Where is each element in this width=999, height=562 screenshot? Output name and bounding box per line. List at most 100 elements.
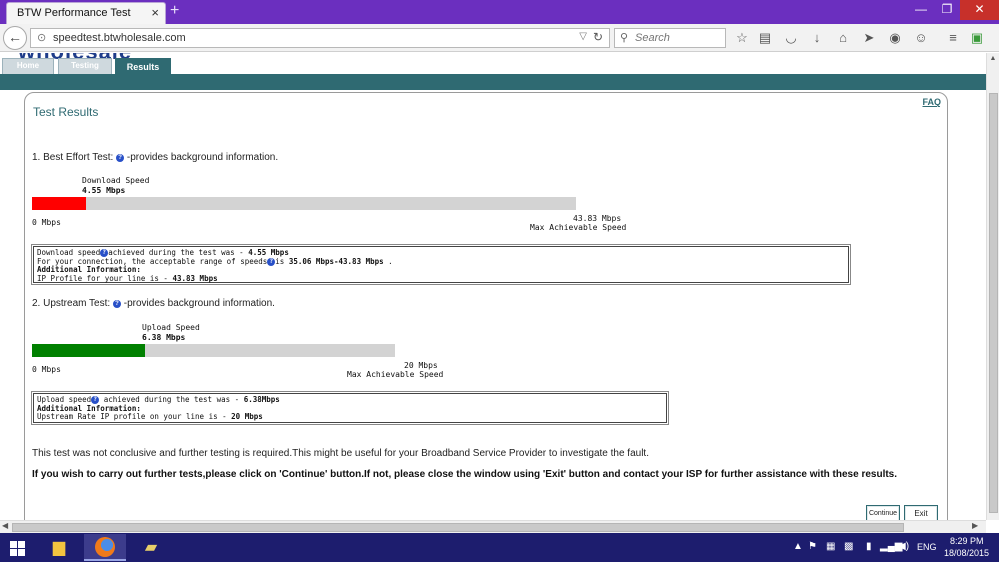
url-bar[interactable]: ⊙ speedtest.btwholesale.com ▽ ↻: [30, 28, 610, 48]
download-icon[interactable]: ↓: [808, 29, 826, 47]
upload-speed-bar-fill: [32, 344, 145, 357]
site-info-icon[interactable]: ⊙: [37, 31, 46, 44]
pocket-icon[interactable]: ◡: [782, 29, 800, 47]
info-value: 43.83 Mbps: [172, 273, 218, 283]
network-monitor-icon[interactable]: ▩: [844, 541, 853, 552]
window-maximize-button[interactable]: ❐: [934, 0, 960, 20]
best-effort-heading-label: 1. Best Effort Test:: [32, 152, 114, 163]
tab-title: BTW Performance Test: [17, 7, 131, 19]
window-minimize-button[interactable]: —: [908, 0, 934, 20]
extension-icon[interactable]: ▣: [968, 29, 986, 47]
conclusion-text: This test was not conclusive and further…: [32, 448, 649, 459]
menu-icon[interactable]: ≡: [944, 29, 962, 47]
best-effort-heading: 1. Best Effort Test: ? -provides backgro…: [32, 152, 278, 163]
url-text[interactable]: speedtest.btwholesale.com: [53, 32, 186, 44]
ip-profile-line: IP Profile for your line is - 43.83 Mbps: [37, 273, 845, 284]
info-value: 6.38Mbps: [243, 395, 280, 404]
start-button[interactable]: [2, 535, 34, 560]
nav-tab-home[interactable]: Home: [2, 58, 54, 75]
info-value: 35.06 Mbps-43.83 Mbps: [288, 256, 384, 266]
new-tab-button[interactable]: +: [170, 2, 179, 20]
page-viewport: wholesale Home Testing Results FAQ Test …: [0, 53, 986, 520]
action-center-flag-icon[interactable]: ⚑: [808, 541, 817, 552]
horizontal-scrollbar[interactable]: ◀ ▶: [0, 520, 986, 533]
bookmark-star-icon[interactable]: ☆: [733, 29, 751, 47]
windows-logo-icon: [18, 541, 25, 548]
help-icon[interactable]: ?: [112, 300, 121, 308]
results-panel: FAQ Test Results 1. Best Effort Test: ? …: [24, 92, 948, 520]
taskbar: ▆ ▰ ▲ ⚑ ▦ ▩ ▮ ▂▄▆ ◀) ENG 8:29 PM 18/08/2…: [0, 533, 999, 562]
browser-titlebar: BTW Performance Test × + — ❐ ✕: [0, 0, 999, 24]
faq-link[interactable]: FAQ: [922, 97, 941, 107]
taskbar-files[interactable]: ▰: [130, 534, 172, 561]
upload-max-value: 20 Mbps: [404, 361, 438, 370]
exit-button[interactable]: Exit: [904, 505, 938, 520]
download-speed-bar: [32, 197, 576, 210]
info-text: IP Profile for your line is -: [37, 273, 173, 283]
windows-logo-icon: [18, 549, 25, 556]
windows-logo-icon: [10, 549, 17, 556]
upload-zero-label: 0 Mbps: [32, 365, 61, 374]
header-band: [0, 74, 986, 90]
upload-max-label: Max Achievable Speed: [347, 370, 444, 379]
vertical-scrollbar[interactable]: ▲: [986, 53, 999, 520]
nav-tab-testing[interactable]: Testing: [58, 58, 112, 75]
vertical-scroll-thumb[interactable]: [989, 93, 998, 513]
scroll-right-icon[interactable]: ▶: [972, 521, 978, 530]
instruction-text: If you wish to carry out further tests,p…: [32, 469, 898, 480]
tab-close-icon[interactable]: ×: [151, 5, 159, 20]
back-button[interactable]: ←: [3, 26, 27, 50]
scroll-left-icon[interactable]: ◀: [2, 521, 8, 530]
upstream-heading: 2. Upstream Test: ? -provides background…: [32, 298, 275, 309]
best-effort-heading-desc: -provides background information.: [126, 152, 279, 163]
upload-info-box: Upload speed? achieved during the test w…: [33, 393, 667, 423]
download-zero-label: 0 Mbps: [32, 218, 61, 227]
download-speed-label: Download Speed: [82, 176, 150, 185]
sync-icon[interactable]: ◉: [886, 29, 904, 47]
monitor-icon[interactable]: ▦: [826, 541, 835, 552]
windows-logo-icon: [10, 541, 17, 548]
upstream-heading-desc: -provides background information.: [123, 298, 275, 309]
url-dropdown-icon[interactable]: ▽: [579, 31, 587, 42]
download-range-line: For your connection, the acceptable rang…: [37, 256, 845, 267]
upstream-heading-label: 2. Upstream Test:: [32, 298, 111, 309]
clock-time[interactable]: 8:29 PM: [950, 536, 984, 546]
download-info-box: Download speed? achieved during the test …: [33, 246, 849, 283]
horizontal-scroll-thumb[interactable]: [12, 523, 904, 532]
tray-up-arrow-icon[interactable]: ▲: [793, 541, 803, 552]
browser-tab[interactable]: BTW Performance Test ×: [6, 2, 166, 24]
info-value: 20 Mbps: [231, 412, 263, 421]
continue-button[interactable]: Continue: [866, 505, 900, 520]
upload-speed-label: Upload Speed: [142, 323, 200, 332]
upload-speed-bar: [32, 344, 395, 357]
window-close-button[interactable]: ✕: [960, 0, 999, 20]
home-icon[interactable]: ⌂: [834, 29, 852, 47]
scroll-up-icon[interactable]: ▲: [987, 53, 999, 65]
folder-icon: ▆: [52, 539, 66, 556]
upload-speed-value: 6.38 Mbps: [142, 333, 186, 342]
search-box[interactable]: ⚲: [614, 28, 726, 48]
reload-icon[interactable]: ↻: [593, 30, 603, 44]
battery-icon[interactable]: ▮: [866, 541, 872, 552]
browser-navbar: ← ⊙ speedtest.btwholesale.com ▽ ↻ ⚲ ☆ ▤ …: [0, 24, 999, 52]
download-speed-value: 4.55 Mbps: [82, 186, 126, 195]
taskbar-firefox[interactable]: [84, 534, 126, 561]
emoji-icon[interactable]: ☺: [912, 29, 930, 47]
search-icon: ⚲: [620, 32, 629, 44]
download-max-label: Max Achievable Speed: [530, 223, 627, 232]
reading-list-icon[interactable]: ▤: [756, 29, 774, 47]
search-input[interactable]: [635, 31, 723, 45]
page-title: Test Results: [33, 105, 99, 119]
info-text: is: [275, 256, 289, 266]
send-icon[interactable]: ➤: [860, 29, 878, 47]
help-icon[interactable]: ?: [116, 154, 125, 162]
taskbar-explorer[interactable]: ▆: [38, 534, 80, 561]
back-arrow-icon: ←: [8, 29, 22, 45]
download-speed-bar-fill: [32, 197, 87, 210]
info-text: Upstream Rate IP profile on your line is…: [37, 412, 232, 421]
folder-open-icon: ▰: [144, 539, 158, 556]
language-indicator[interactable]: ENG: [917, 542, 937, 552]
clock-date[interactable]: 18/08/2015: [944, 548, 989, 558]
volume-icon[interactable]: ◀): [898, 541, 909, 552]
info-text: .: [383, 256, 393, 266]
